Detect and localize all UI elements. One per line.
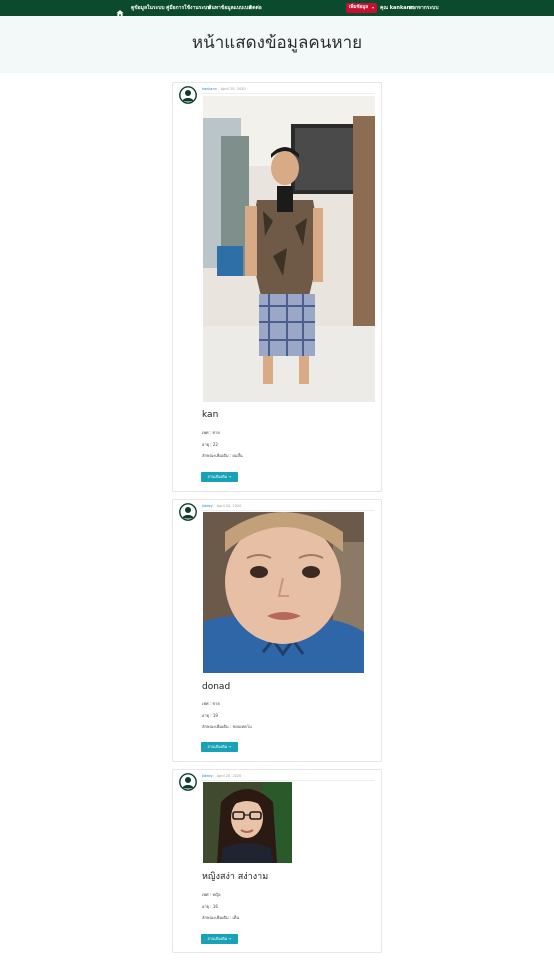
post-meta: Jiddey April 20, 2020 — [202, 503, 241, 509]
person-name: kan — [202, 410, 219, 420]
nav-link-contact[interactable]: ติดต่อ — [249, 3, 262, 13]
person-gender: เพศ : ชาย — [202, 430, 220, 435]
post-date: April 20, 2020 — [216, 504, 242, 508]
nav-link-browse[interactable]: ดูข้อมูลในระบบ — [131, 3, 165, 13]
person-gender: เพศ : ชาย — [202, 701, 220, 706]
post-date: April 20, 2020 — [220, 87, 246, 91]
post-card: Jiddey April 20, 2020 หญิงสง่า สง่างาม เพ… — [172, 769, 382, 953]
person-age: อายุ : 22 — [202, 442, 218, 447]
read-more-button[interactable]: อ่านเพิ่มเติม → — [201, 934, 238, 944]
person-gender: เพศ : หญิง — [202, 892, 221, 897]
missing-person-photo[interactable] — [203, 782, 292, 863]
person-name: หญิงสง่า สง่างาม — [202, 872, 269, 882]
add-data-dropdown-label: เพิ่มข้อมูล — [349, 5, 368, 10]
chevron-down-icon — [372, 7, 374, 9]
user-avatar-icon — [179, 503, 197, 521]
post-author[interactable]: Jiddey — [202, 774, 213, 778]
read-more-button[interactable]: อ่านเพิ่มเติม → — [201, 472, 238, 482]
page-header: หน้าแสดงข้อมูลคนหาย — [0, 16, 554, 73]
add-data-dropdown[interactable]: เพิ่มข้อมูล — [346, 3, 377, 13]
divider — [202, 510, 375, 511]
home-icon[interactable] — [116, 3, 124, 16]
divider — [202, 780, 375, 781]
post-card: kankann April 20, 2020 kan เพศ: ชาย อาย… — [172, 82, 382, 492]
user-avatar-icon — [179, 86, 197, 104]
user-avatar-icon — [179, 773, 197, 791]
person-note: ลักษณะเพิ่มเติม : ผมสั้น — [202, 453, 243, 458]
page-title: หน้าแสดงข้อมูลคนหาย — [191, 33, 363, 53]
post-meta: Jiddey April 20, 2020 — [202, 773, 241, 779]
person-note: ลักษณะเพิ่มเติม : ชอบเทคโน — [202, 724, 252, 729]
divider — [202, 93, 375, 94]
missing-person-photo[interactable] — [203, 512, 364, 673]
post-card: Jiddey April 20, 2020 donad เพศ : ชาย อาย… — [172, 499, 382, 762]
person-age: อายุ : 19 — [202, 713, 218, 718]
missing-person-photo[interactable] — [203, 96, 375, 402]
post-date: April 20, 2020 — [216, 774, 242, 778]
top-navbar: ดูข้อมูลในระบบ คู่มือการใช้งานระบบ ค้นหา… — [0, 0, 554, 16]
logout-link[interactable]: ออกจากระบบ — [409, 3, 439, 13]
read-more-button[interactable]: อ่านเพิ่มเติม → — [201, 742, 238, 752]
post-meta: kankann April 20, 2020 — [202, 86, 246, 92]
person-note: ลักษณะเพิ่มเติม : เต็น — [202, 915, 240, 920]
post-author[interactable]: kankann — [202, 87, 217, 91]
person-name: donad — [202, 682, 231, 692]
post-author[interactable]: Jiddey — [202, 504, 213, 508]
person-age: อายุ : 16 — [202, 904, 218, 909]
nav-link-search[interactable]: ค้นหาข้อมูลแบบเบล — [208, 3, 251, 13]
nav-link-manual[interactable]: คู่มือการใช้งานระบบ — [166, 3, 210, 13]
